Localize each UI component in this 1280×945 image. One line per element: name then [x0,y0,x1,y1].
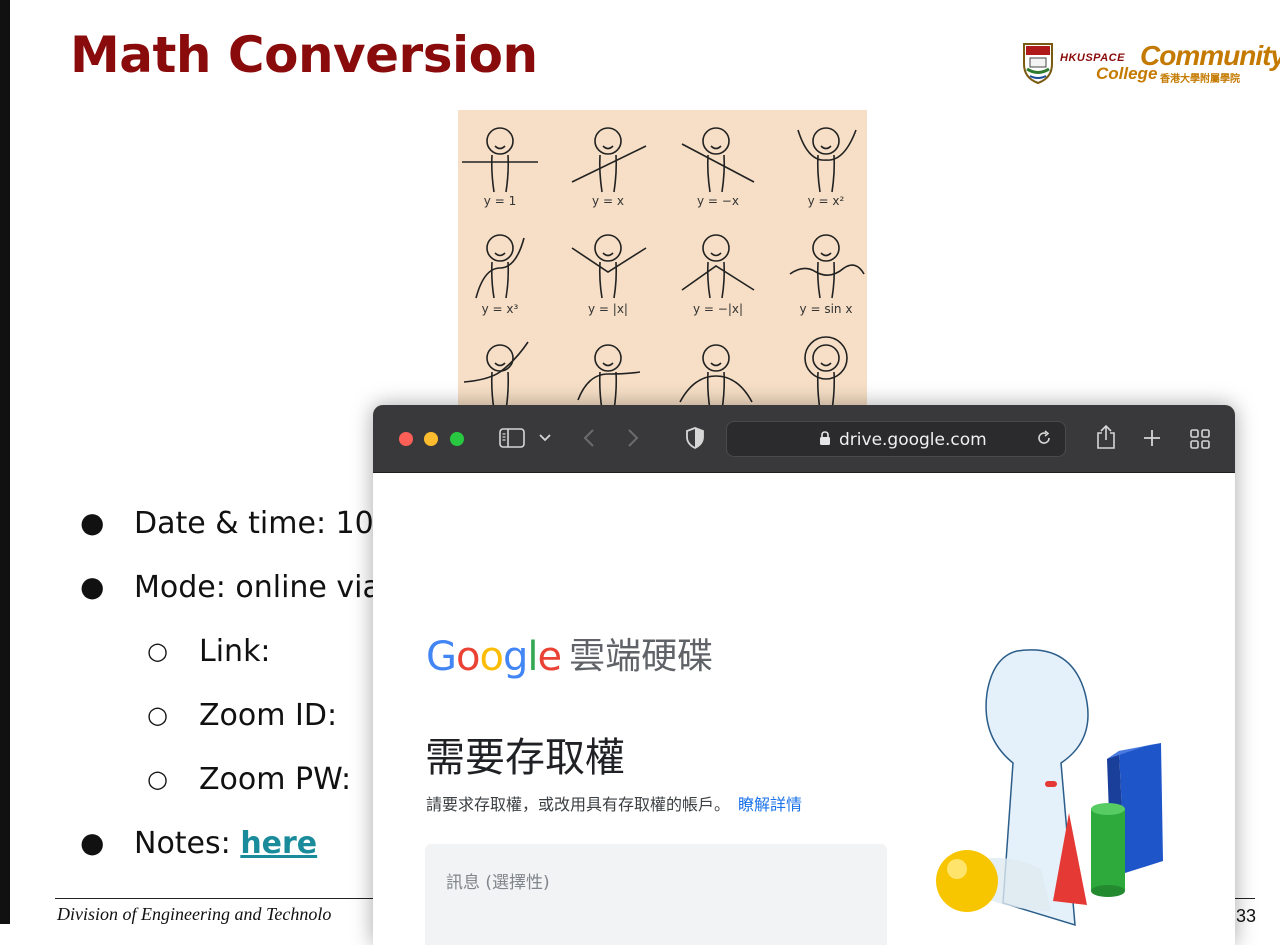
google-letter: e [537,634,562,680]
figure-row3-b [577,344,641,410]
address-bar[interactable]: drive.google.com [726,421,1066,457]
google-letter: o [479,634,504,680]
slide-footer: Division of Engineering and Technolo [57,904,332,924]
figure-row3-a [463,341,529,410]
google-letter: o [456,634,481,680]
bullet-circle-icon: ○ [147,765,168,793]
figure-y-x2 [797,127,857,193]
page-content: Google 雲端硬碟 需要存取權 請要求存取權，或改用具有存取權的帳戶。 瞭解詳情… [373,473,1235,945]
bullet-zoom-id-text: Zoom ID: [199,698,338,733]
access-heading: 需要存取權 [425,735,625,781]
figure-y-abs-x [571,234,647,299]
google-wordmark: Google [426,634,562,680]
message-placeholder: 訊息 (選擇性) [446,873,550,893]
figure-y-minus-x [681,127,755,193]
browser-toolbar: drive.google.com [373,405,1235,473]
stick-figures-drawing [462,127,865,410]
bullet-notes-text: Notes: [134,826,231,861]
google-letter: G [426,634,457,680]
bullet-zoom-pw: ○ Zoom PW: [147,762,352,797]
safari-window: drive.google.com Google 雲端硬碟 需要存取權 請要求存取權… [373,405,1235,945]
google-letter: g [502,634,528,680]
bullet-circle-icon: ○ [147,701,168,729]
new-tab-plus-icon[interactable] [1142,428,1162,448]
figure-y-sin-x [789,234,865,299]
figure-row3-c [679,344,753,410]
bullet-link-text: Link: [199,634,271,669]
logo-big-name: Community [1140,40,1280,71]
tab-overview-icon[interactable] [1189,428,1211,450]
comic-label: y = sin x [799,302,853,316]
logo-chinese-name: 香港大學附屬學院 [1160,74,1240,85]
bullet-notes: ● Notes: here [80,826,317,861]
comic-label: y = −x [697,194,739,208]
slide-title: Math Conversion [70,26,538,84]
stick-figure-comic: y = 1 y = x y = −x y = x² y = x³ y = |x|… [458,110,867,410]
logo-small-name: HKUSPACE [1060,52,1125,64]
bullet-dot-icon: ● [80,570,105,603]
chevron-down-icon[interactable] [539,434,551,442]
minimize-window-button[interactable] [424,432,438,446]
share-icon[interactable] [1095,424,1117,450]
access-description: 請要求存取權，或改用具有存取權的帳戶。 瞭解詳情 [426,791,802,815]
privacy-shield-icon[interactable] [686,427,704,449]
bullet-dot-icon: ● [80,506,105,539]
bullet-zoom-pw-text: Zoom PW: [199,762,352,797]
slide-left-edge [0,0,10,924]
comic-label: y = |x| [588,302,628,316]
product-name: 雲端硬碟 [569,636,714,677]
bullet-zoom-id: ○ Zoom ID: [147,698,338,733]
keyhole-illustration [936,649,1163,927]
message-textarea[interactable]: 訊息 (選擇性) [425,844,887,945]
learn-more-link[interactable]: 瞭解詳情 [738,795,802,814]
back-arrow-icon[interactable] [583,428,595,448]
figure-y-1 [462,127,538,193]
access-description-text: 請要求存取權，或改用具有存取權的帳戶。 [426,795,731,814]
address-url: drive.google.com [839,430,987,450]
bullet-mode-text: Mode: online via [134,570,381,605]
bullet-mode: ● Mode: online via [80,570,381,605]
figure-y-minus-abs-x [681,234,755,299]
college-logo: HKUSPACE Community College 香港大學附屬學院 [1022,40,1280,88]
close-window-button[interactable] [399,432,413,446]
figure-row3-d [804,336,848,410]
bullet-dot-icon: ● [80,826,105,859]
lock-icon [820,431,830,445]
bullet-circle-icon: ○ [147,637,168,665]
comic-label: y = x³ [481,302,519,316]
figure-y-x3 [475,234,525,299]
google-letter: l [527,634,538,680]
figure-y-x [571,127,647,193]
comic-label: y = −|x| [692,302,744,316]
sidebar-toggle-icon[interactable] [499,428,525,448]
bullet-date: ● Date & time: 10a [80,506,393,541]
forward-arrow-icon[interactable] [627,428,639,448]
notes-here-link[interactable]: here [240,826,317,861]
zoom-window-button[interactable] [450,432,464,446]
google-drive-brand: Google 雲端硬碟 [426,627,713,680]
comic-label: y = x [592,194,624,208]
comic-label: y = x² [807,194,845,208]
bullet-link: ○ Link: [147,634,271,669]
reload-icon[interactable] [1035,429,1053,447]
crest-icon [1023,43,1053,84]
comic-label: y = 1 [483,194,517,208]
logo-college: College [1096,64,1158,83]
bullet-date-text: Date & time: 10a [134,506,393,541]
